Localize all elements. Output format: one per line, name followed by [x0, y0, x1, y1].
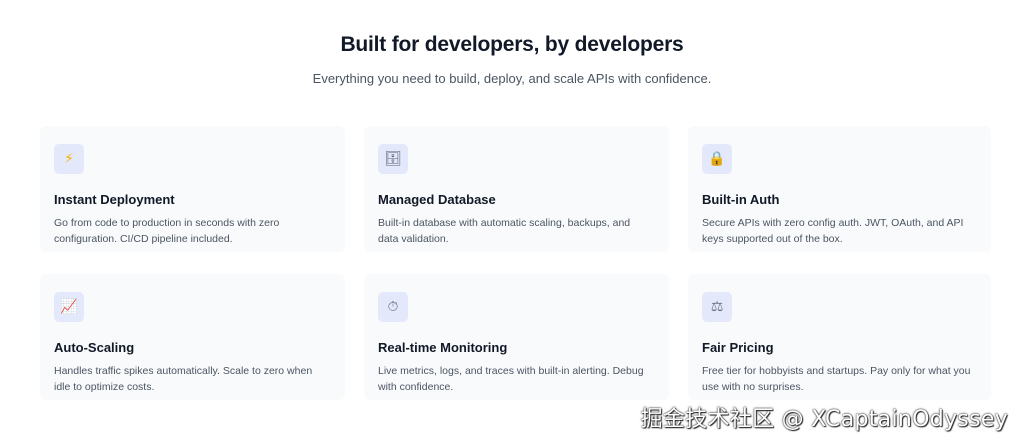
feature-card-built-in-auth: 🔒 Built-in Auth Secure APIs with zero co…: [688, 126, 991, 252]
feature-title: Auto-Scaling: [54, 340, 135, 355]
lightning-icon: ⚡: [54, 144, 84, 174]
feature-title: Instant Deployment: [54, 192, 175, 207]
feature-title: Fair Pricing: [702, 340, 774, 355]
lock-icon: 🔒: [702, 144, 732, 174]
feature-description: Secure APIs with zero config auth. JWT, …: [702, 217, 964, 245]
feature-card-fair-pricing: ⚖ Fair Pricing Free tier for hobbyists a…: [688, 274, 991, 400]
file-cabinet-icon: 🗄: [378, 144, 408, 174]
feature-description: Built-in database with automatic scaling…: [378, 217, 631, 245]
feature-card-managed-database: 🗄 Managed Database Built-in database wit…: [364, 126, 669, 252]
stopwatch-icon: ⏱: [378, 292, 408, 322]
section-title: Built for developers, by developers: [340, 33, 684, 56]
feature-title: Built-in Auth: [702, 192, 780, 207]
features-section: Built for developers, by developers Ever…: [0, 0, 1024, 445]
feature-description: Handles traffic spikes automatically. Sc…: [54, 365, 313, 393]
balance-scale-icon: ⚖: [702, 292, 732, 322]
feature-card-instant-deployment: ⚡ Instant Deployment Go from code to pro…: [40, 126, 345, 252]
watermark-text: 掘金技术社区 @ XCaptainOdyssey: [640, 407, 1008, 432]
feature-description: Go from code to production in seconds wi…: [54, 217, 280, 245]
chart-increasing-icon: 📈: [54, 292, 84, 322]
feature-title: Managed Database: [378, 192, 496, 207]
section-subtitle: Everything you need to build, deploy, an…: [312, 71, 712, 86]
feature-card-auto-scaling: 📈 Auto-Scaling Handles traffic spikes au…: [40, 274, 345, 400]
feature-card-real-time-monitoring: ⏱ Real-time Monitoring Live metrics, log…: [364, 274, 669, 400]
feature-grid: ⚡ Instant Deployment Go from code to pro…: [40, 126, 992, 400]
feature-description: Free tier for hobbyists and startups. Pa…: [702, 365, 971, 393]
feature-title: Real-time Monitoring: [378, 340, 508, 355]
feature-description: Live metrics, logs, and traces with buil…: [378, 365, 644, 393]
